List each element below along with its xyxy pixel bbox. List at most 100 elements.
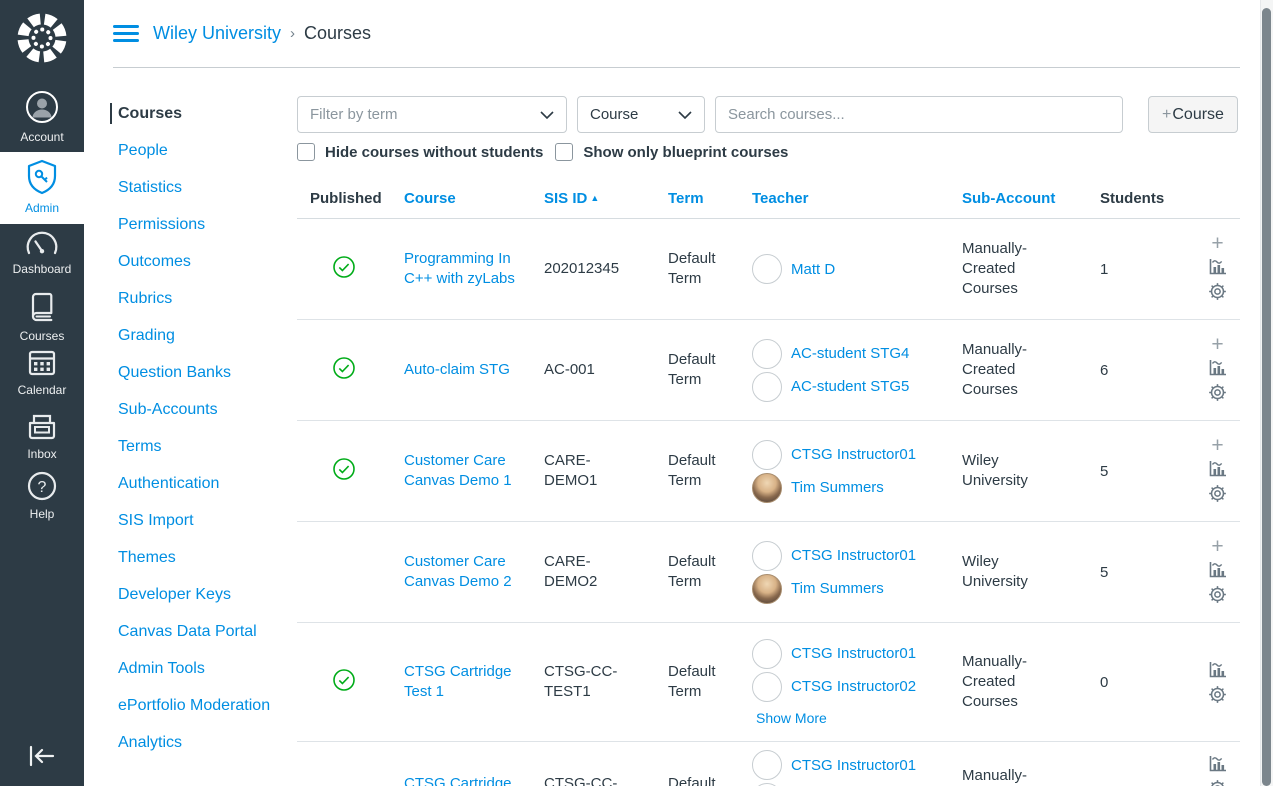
global-nav-help[interactable]: ? Help	[0, 471, 84, 521]
sis-id-cell: CARE-DEMO1	[544, 451, 598, 489]
avatar	[752, 338, 782, 369]
sub-nav-item-courses[interactable]: Courses	[110, 103, 278, 124]
global-nav-courses[interactable]: Courses	[0, 291, 84, 343]
statistics-icon[interactable]	[1208, 358, 1227, 377]
statistics-icon[interactable]	[1208, 459, 1227, 478]
add-users-icon[interactable]: +	[1211, 233, 1223, 254]
students-count: 1	[1100, 260, 1109, 278]
breadcrumb-separator: ›	[290, 25, 296, 42]
global-nav-account[interactable]: Account	[0, 90, 84, 144]
admin-shield-icon	[26, 159, 58, 198]
help-icon: ?	[27, 471, 57, 504]
header-students: Students	[1100, 190, 1165, 207]
header-course[interactable]: Course	[404, 190, 544, 208]
global-nav-admin[interactable]: Admin	[0, 152, 84, 224]
students-count: 5	[1100, 563, 1109, 581]
global-nav-dashboard[interactable]: Dashboard	[0, 228, 84, 276]
term-cell: Default Term	[668, 451, 716, 489]
sub-nav-item-developer-keys[interactable]: Developer Keys	[118, 584, 278, 605]
breadcrumb-account-link[interactable]: Wiley University	[153, 23, 281, 44]
sort-ascending-icon: ▲	[590, 193, 600, 203]
header-sis-id[interactable]: SIS ID ▲	[544, 190, 668, 208]
sub-nav-item-terms[interactable]: Terms	[118, 436, 278, 457]
sub-nav-item-themes[interactable]: Themes	[118, 547, 278, 568]
hide-courses-label: Hide courses without students	[325, 143, 544, 161]
teacher-link[interactable]: Tim Summers	[791, 479, 884, 496]
teacher-link[interactable]: CTSG Instructor01	[791, 645, 916, 662]
statistics-icon[interactable]	[1208, 754, 1227, 773]
calendar-icon	[27, 347, 57, 380]
canvas-logo-icon[interactable]	[15, 11, 69, 70]
add-course-button[interactable]: + Course	[1148, 96, 1238, 133]
teacher-link[interactable]: CTSG Instructor01	[791, 446, 916, 463]
sub-nav-item-question-banks[interactable]: Question Banks	[118, 362, 278, 383]
sub-nav-item-sis-import[interactable]: SIS Import	[118, 510, 278, 531]
sub-nav-item-canvas-data-portal[interactable]: Canvas Data Portal	[118, 621, 278, 642]
teacher-link[interactable]: CTSG Instructor01	[791, 757, 916, 774]
statistics-icon[interactable]	[1208, 560, 1227, 579]
sub-account-cell: Manually-	[962, 767, 1028, 784]
sub-nav-item-analytics[interactable]: Analytics	[118, 732, 278, 753]
table-row: Auto-claim STG AC-001 Default Term AC-st…	[297, 320, 1240, 421]
avatar	[752, 371, 782, 402]
show-more-link[interactable]: Show More	[756, 710, 962, 726]
add-users-icon[interactable]: +	[1211, 536, 1223, 557]
course-link[interactable]: Customer Care Canvas Demo 1	[404, 451, 526, 492]
hide-courses-checkbox[interactable]	[297, 143, 315, 161]
teacher-link[interactable]: CTSG Instructor01	[791, 547, 916, 564]
teacher-link[interactable]: AC-student STG4	[791, 345, 909, 362]
settings-gear-icon[interactable]	[1208, 484, 1227, 503]
table-row: CTSG Cartridge CTSG-CC- Default CTSG Ins…	[297, 742, 1240, 786]
course-link[interactable]: CTSG Cartridge	[404, 742, 526, 786]
global-nav-label: Help	[29, 507, 55, 521]
course-link[interactable]: Auto-claim STG	[404, 360, 526, 380]
hamburger-menu-icon[interactable]	[113, 25, 139, 46]
settings-gear-icon[interactable]	[1208, 585, 1227, 604]
sub-nav-item-rubrics[interactable]: Rubrics	[118, 288, 278, 309]
teacher-link[interactable]: CTSG Instructor02	[791, 678, 916, 695]
header-sub-account[interactable]: Sub-Account	[962, 190, 1100, 208]
sub-nav-item-eportfolio-moderation[interactable]: ePortfolio Moderation	[118, 695, 278, 716]
sub-nav-item-sub-accounts[interactable]: Sub-Accounts	[118, 399, 278, 420]
search-type-select[interactable]: Course	[577, 96, 705, 133]
settings-gear-icon[interactable]	[1208, 383, 1227, 402]
avatar	[752, 750, 782, 780]
global-nav-inbox[interactable]: Inbox	[0, 413, 84, 461]
header-term[interactable]: Term	[668, 190, 752, 208]
sub-nav-item-permissions[interactable]: Permissions	[118, 214, 278, 235]
sub-nav-item-authentication[interactable]: Authentication	[118, 473, 278, 494]
blueprint-only-checkbox[interactable]	[555, 143, 574, 161]
teacher-cell: CTSG Instructor01 CTSG Instructor02 Show…	[752, 638, 962, 726]
course-link[interactable]: Programming In C++ with zyLabs	[404, 249, 526, 290]
search-courses-input[interactable]	[715, 96, 1123, 133]
sub-nav-item-outcomes[interactable]: Outcomes	[118, 251, 278, 272]
teacher-link[interactable]: AC-student STG5	[791, 378, 909, 395]
settings-gear-icon[interactable]	[1208, 779, 1227, 786]
teacher-link[interactable]: Matt D	[791, 261, 835, 278]
settings-gear-icon[interactable]	[1208, 282, 1227, 301]
statistics-icon[interactable]	[1208, 660, 1227, 679]
course-link[interactable]: CTSG Cartridge Test 1	[404, 662, 526, 703]
vertical-scrollbar-thumb[interactable]	[1262, 8, 1271, 786]
sub-nav-item-grading[interactable]: Grading	[118, 325, 278, 346]
add-users-icon[interactable]: +	[1211, 334, 1223, 355]
published-check-icon	[333, 256, 355, 278]
global-nav-calendar[interactable]: Calendar	[0, 347, 84, 397]
term-cell: Default Term	[668, 552, 716, 590]
avatar	[752, 439, 782, 470]
filter-by-term-select[interactable]: Filter by term	[297, 96, 567, 133]
add-users-icon[interactable]: +	[1211, 435, 1223, 456]
sub-nav-item-statistics[interactable]: Statistics	[118, 177, 278, 198]
header-teacher[interactable]: Teacher	[752, 190, 962, 208]
type-select-value: Course	[590, 106, 639, 123]
svg-text:?: ?	[38, 479, 47, 496]
collapse-sidebar-icon[interactable]	[26, 743, 58, 774]
statistics-icon[interactable]	[1208, 257, 1227, 276]
sub-nav-item-people[interactable]: People	[118, 140, 278, 161]
published-cell	[297, 357, 404, 383]
settings-gear-icon[interactable]	[1208, 685, 1227, 704]
course-link[interactable]: Customer Care Canvas Demo 2	[404, 552, 526, 593]
breadcrumb-current: Courses	[304, 23, 372, 43]
teacher-link[interactable]: Tim Summers	[791, 580, 884, 597]
sub-nav-item-admin-tools[interactable]: Admin Tools	[118, 658, 278, 679]
